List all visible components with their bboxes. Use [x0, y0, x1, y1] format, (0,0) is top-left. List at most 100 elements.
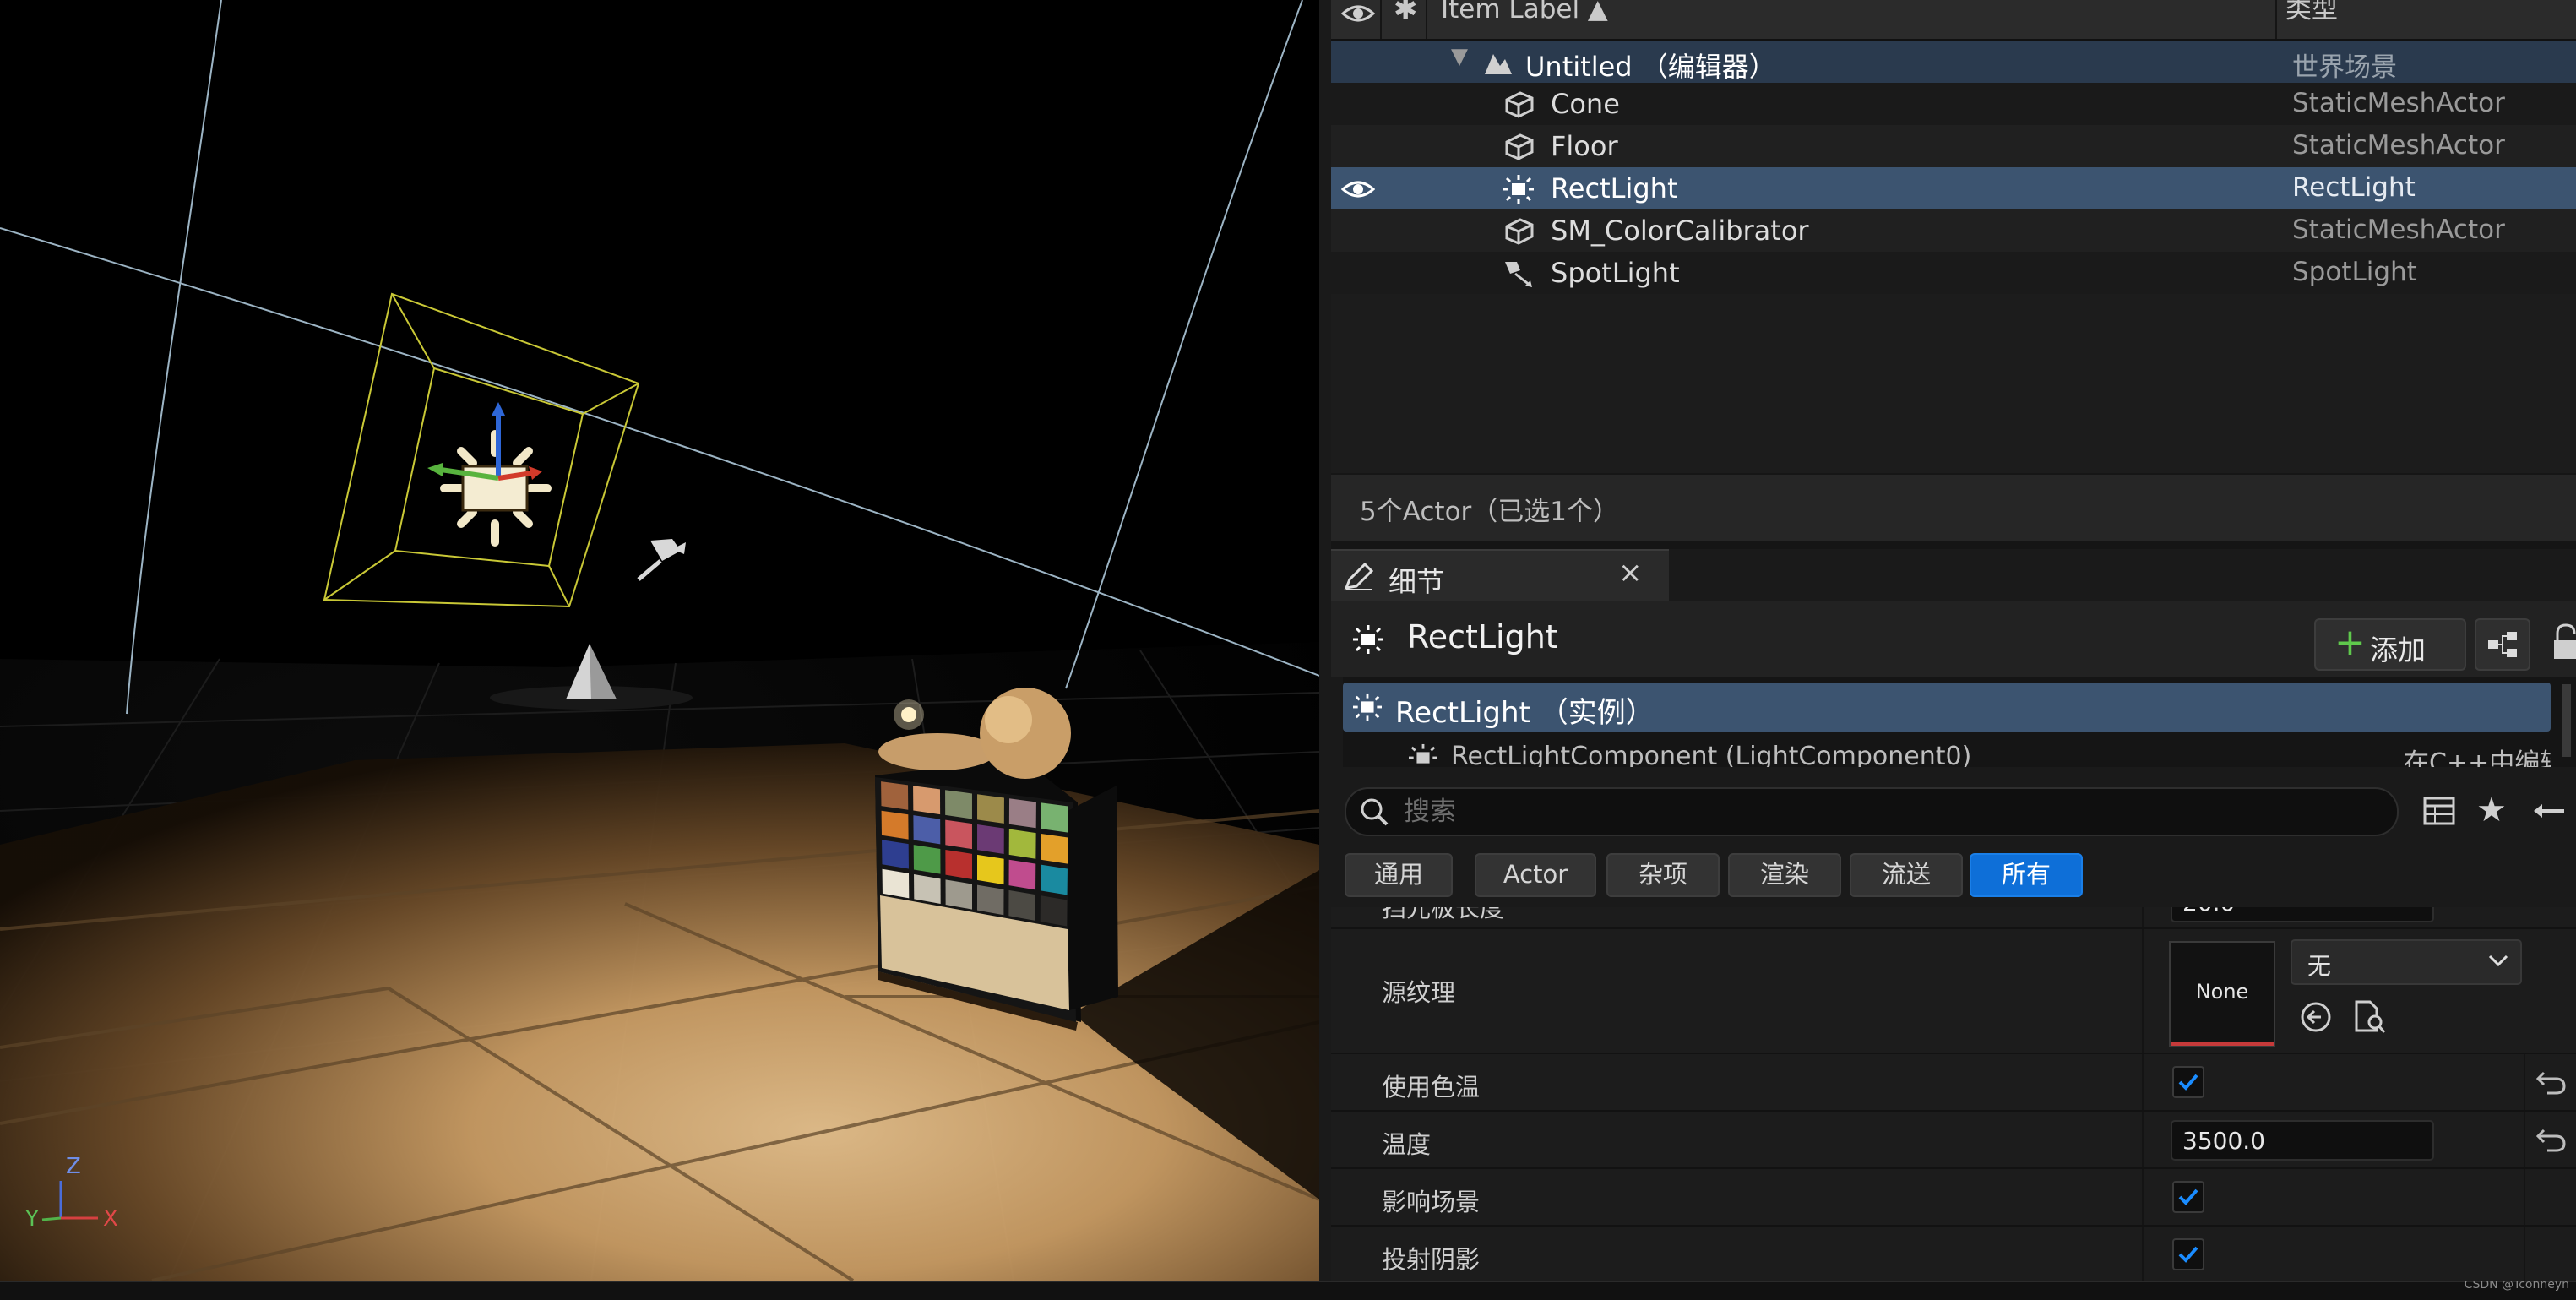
color-swatch: [977, 794, 1004, 824]
property-label: 挡光板长度: [1382, 907, 1505, 922]
filter-chip-streaming[interactable]: 流送: [1850, 853, 1963, 897]
filter-chip-all[interactable]: 所有: [1970, 853, 2083, 897]
filter-chip-misc[interactable]: 杂项: [1606, 853, 1720, 897]
panel-splitter[interactable]: [1319, 0, 1331, 1298]
temperature-field[interactable]: 3500.0: [2171, 1120, 2434, 1161]
world-icon: [1485, 54, 1512, 74]
spot-light-sprite[interactable]: [637, 539, 686, 581]
viewport-scene[interactable]: [0, 0, 1319, 1281]
color-swatch: [976, 884, 1004, 916]
outliner-row-spotlight[interactable]: SpotLight SpotLight: [1331, 252, 2576, 294]
outliner-row-floor[interactable]: Floor StaticMeshActor: [1331, 125, 2576, 167]
edit-in-cpp-link[interactable]: 在C++中编辑: [2404, 742, 2551, 767]
color-swatch: [1008, 829, 1036, 859]
outliner-item-label: SM_ColorCalibrator: [1551, 215, 1809, 247]
filter-chip-rendering[interactable]: 渲染: [1728, 853, 1841, 897]
filter-chip-actor[interactable]: Actor: [1475, 853, 1596, 897]
property-row-temperature: 温度 3500.0: [1331, 1112, 2576, 1169]
property-label: 源纹理: [1382, 978, 1456, 1007]
outliner-item-type: StaticMeshActor: [2292, 88, 2505, 118]
actor-count-text: 5个Actor（已选1个）: [1360, 497, 1620, 527]
settings-arrow-icon[interactable]: [2530, 794, 2564, 828]
static-mesh-icon: [1505, 133, 1534, 160]
outliner-item-type: 世界场景: [2292, 52, 2397, 83]
cast-shadows-checkbox[interactable]: [2172, 1238, 2204, 1270]
outliner-item-label: Cone: [1551, 88, 1620, 120]
component-root-label: RectLight （实例）: [1395, 696, 1655, 730]
add-component-button[interactable]: + 添加: [2314, 618, 2466, 671]
color-swatch: [882, 840, 909, 869]
property-row-barn-door-length: 挡光板长度 20.0: [1331, 907, 2576, 929]
details-tab[interactable]: 细节 ×: [1331, 549, 1669, 601]
reset-to-default-icon[interactable]: [2535, 1069, 2566, 1095]
component-row-child[interactable]: RectLightComponent (LightComponent0) 在C+…: [1343, 738, 2551, 767]
color-swatch: [1008, 859, 1036, 890]
pencil-icon: [1344, 562, 1374, 590]
blueprint-button[interactable]: [2475, 618, 2530, 671]
browse-asset-icon[interactable]: [2353, 998, 2387, 1036]
item-label-column-header[interactable]: Item Label ▲: [1441, 0, 1608, 35]
outliner-item-type: StaticMeshActor: [2292, 130, 2505, 160]
outliner-row-cone[interactable]: Cone StaticMeshActor: [1331, 83, 2576, 125]
color-swatch: [881, 781, 909, 810]
component-child-label: RectLightComponent (LightComponent0): [1451, 742, 1972, 767]
color-swatch: [913, 786, 941, 815]
level-viewport[interactable]: Z X Y: [0, 0, 1319, 1281]
reset-to-default-icon[interactable]: [2535, 1127, 2566, 1152]
color-swatch: [945, 819, 972, 850]
details-actor-header: RectLight + 添加: [1331, 601, 2576, 677]
outliner-item-label: RectLight: [1551, 172, 1678, 204]
outliner-item-label: Floor: [1551, 130, 1618, 162]
asterisk-icon[interactable]: ✱: [1394, 0, 1418, 35]
texture-asset-dropdown[interactable]: 无: [2291, 939, 2522, 985]
search-input[interactable]: [1402, 794, 2368, 829]
color-swatch: [1041, 833, 1068, 864]
property-list: 挡光板长度 20.0 源纹理 None 无: [1331, 907, 2576, 1281]
field-value: 20.0: [2182, 907, 2235, 917]
static-mesh-icon: [1505, 91, 1534, 118]
color-swatch: [881, 810, 909, 840]
plus-icon: +: [2334, 621, 2366, 664]
use-selected-asset-icon[interactable]: [2299, 1000, 2333, 1034]
field-value: 3500.0: [2182, 1127, 2265, 1155]
chevron-down-icon: [2488, 955, 2508, 967]
component-tree-scrollbar[interactable]: [2562, 684, 2571, 757]
light-radius-wires: [0, 0, 1319, 715]
component-tree: RectLight （实例） RectLightComponent (Light…: [1343, 677, 2576, 767]
color-swatch: [977, 824, 1004, 854]
color-swatch: [1041, 864, 1068, 895]
lock-icon[interactable]: [2552, 622, 2576, 667]
collapse-arrow-icon[interactable]: ▼: [1451, 44, 1468, 69]
details-panel: 细节 × RectLight + 添加 RectLight （实例） RectL…: [1331, 549, 2576, 1281]
close-tab-icon[interactable]: ×: [1618, 556, 1643, 590]
color-swatch: [977, 854, 1004, 885]
filter-chip-general[interactable]: 通用: [1345, 853, 1453, 897]
outliner-item-type: RectLight: [2292, 172, 2416, 203]
texture-thumbnail-label: None: [2195, 980, 2249, 1004]
color-swatch: [1041, 802, 1068, 833]
use-temperature-checkbox[interactable]: [2172, 1066, 2204, 1098]
property-label: 投射阴影: [1382, 1245, 1481, 1274]
outliner-row-rectlight[interactable]: RectLight RectLight: [1331, 167, 2576, 209]
component-row-root[interactable]: RectLight （实例）: [1343, 683, 2551, 732]
outliner-row-untitled[interactable]: ▼ Untitled （编辑器） 世界场景: [1331, 41, 2576, 83]
outliner-row-sm-colorcalibrator[interactable]: SM_ColorCalibrator StaticMeshActor: [1331, 209, 2576, 252]
eye-icon[interactable]: [1341, 177, 1375, 201]
eye-icon[interactable]: [1341, 2, 1375, 25]
affects-world-checkbox[interactable]: [2172, 1181, 2204, 1213]
color-swatch: [1008, 798, 1036, 829]
actor-name[interactable]: RectLight: [1407, 618, 1558, 655]
barn-door-length-field[interactable]: 20.0: [2171, 907, 2434, 922]
property-matrix-icon[interactable]: [2422, 794, 2456, 828]
add-button-label: 添加: [2370, 634, 2426, 666]
color-swatch: [1040, 895, 1068, 927]
axis-z-label: Z: [66, 1154, 81, 1179]
property-row-use-temperature: 使用色温: [1331, 1054, 2576, 1112]
color-swatch: [945, 849, 972, 879]
outliner-panel: ✱ Item Label ▲ 类型 ▼ Untitled （编辑器） 世界场景 …: [1331, 0, 2576, 541]
rect-light-icon: [1503, 175, 1534, 204]
texture-thumbnail[interactable]: None: [2169, 941, 2275, 1047]
details-search-bar[interactable]: [1345, 787, 2399, 836]
type-column-header[interactable]: 类型: [2285, 0, 2338, 35]
star-icon[interactable]: ★: [2476, 791, 2507, 829]
